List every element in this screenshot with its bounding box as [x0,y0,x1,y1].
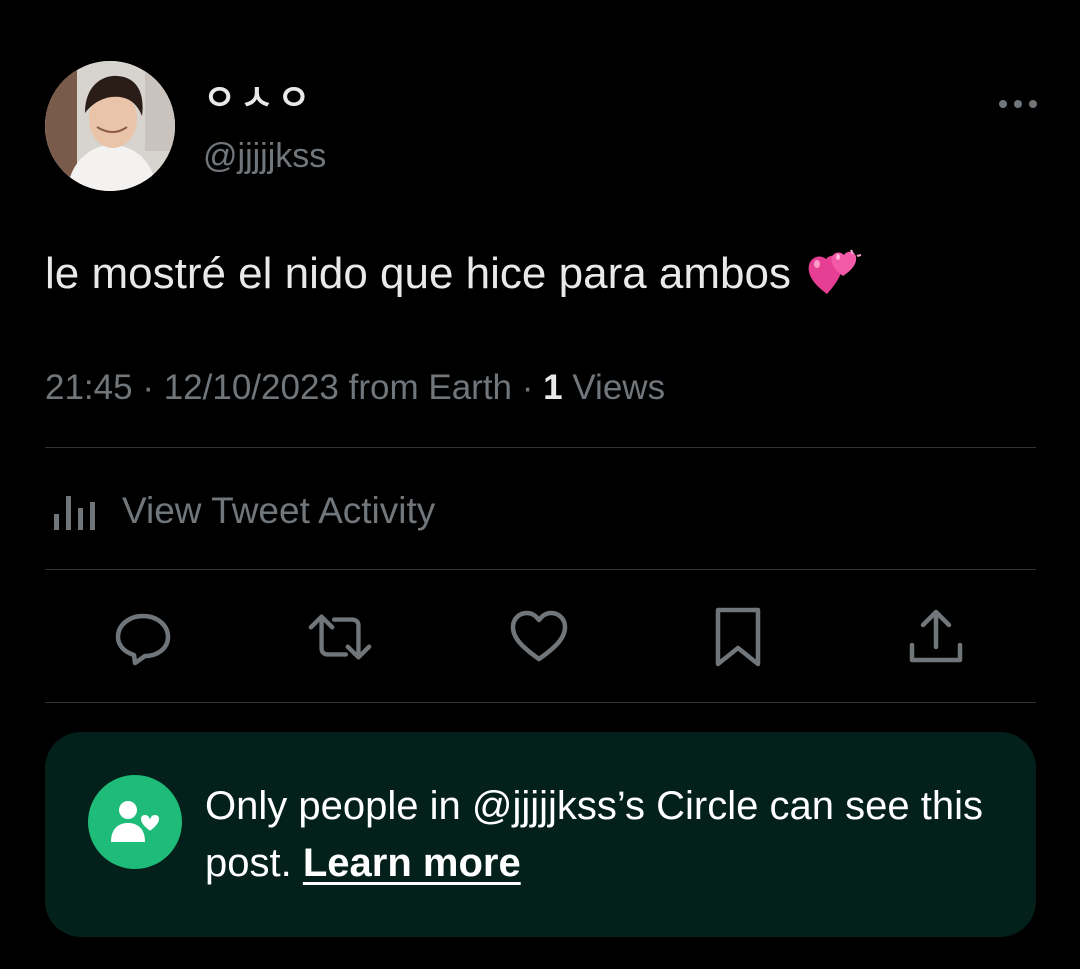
retweet-icon [308,614,372,660]
bookmark-button[interactable] [705,604,771,670]
reply-icon [115,613,171,666]
circle-badge [88,775,182,869]
view-tweet-activity-label: View Tweet Activity [122,490,436,531]
divider [45,447,1036,448]
user-handle[interactable]: @jjjjjkss [203,136,326,176]
circle-notice: Only people in @jjjjjkss’s Circle can se… [45,732,1036,937]
learn-more-link[interactable]: Learn more [303,841,521,885]
like-icon [510,610,568,662]
share-icon [909,609,963,663]
tweet-time: 21:45 [45,368,133,407]
more-options-button[interactable] [996,90,1040,118]
like-button[interactable] [506,604,572,670]
analytics-icon [54,496,95,530]
tweet-text: le mostré el nido que hice para ambos [45,246,863,312]
share-button[interactable] [903,604,969,670]
tweet-source: from Earth [348,368,513,407]
two-hearts-emoji [807,246,863,312]
more-horizontal-icon [999,100,1037,108]
bookmark-icon [715,607,761,667]
retweet-button[interactable] [307,604,373,670]
divider [45,702,1036,703]
divider [45,569,1036,570]
meta-separator: · [142,368,154,407]
person-heart-icon [111,801,161,842]
views-label: Views [572,368,666,407]
tweet-text-body: le mostré el nido que hice para ambos [45,249,791,298]
views-count: 1 [543,368,563,407]
circle-notice-text: Only people in @jjjjjkss’s Circle can se… [205,778,985,892]
tweet-action-bar [45,604,1036,670]
avatar[interactable] [45,61,175,191]
tweet-date: 12/10/2023 [163,368,339,407]
tweet-meta: 21:45 · 12/10/2023 from Earth · 1 Views [45,366,665,410]
view-tweet-activity-button[interactable]: View Tweet Activity [52,486,435,536]
display-name[interactable]: ㅇㅅㅇ [203,78,314,118]
meta-separator: · [521,368,534,407]
reply-button[interactable] [110,604,176,670]
